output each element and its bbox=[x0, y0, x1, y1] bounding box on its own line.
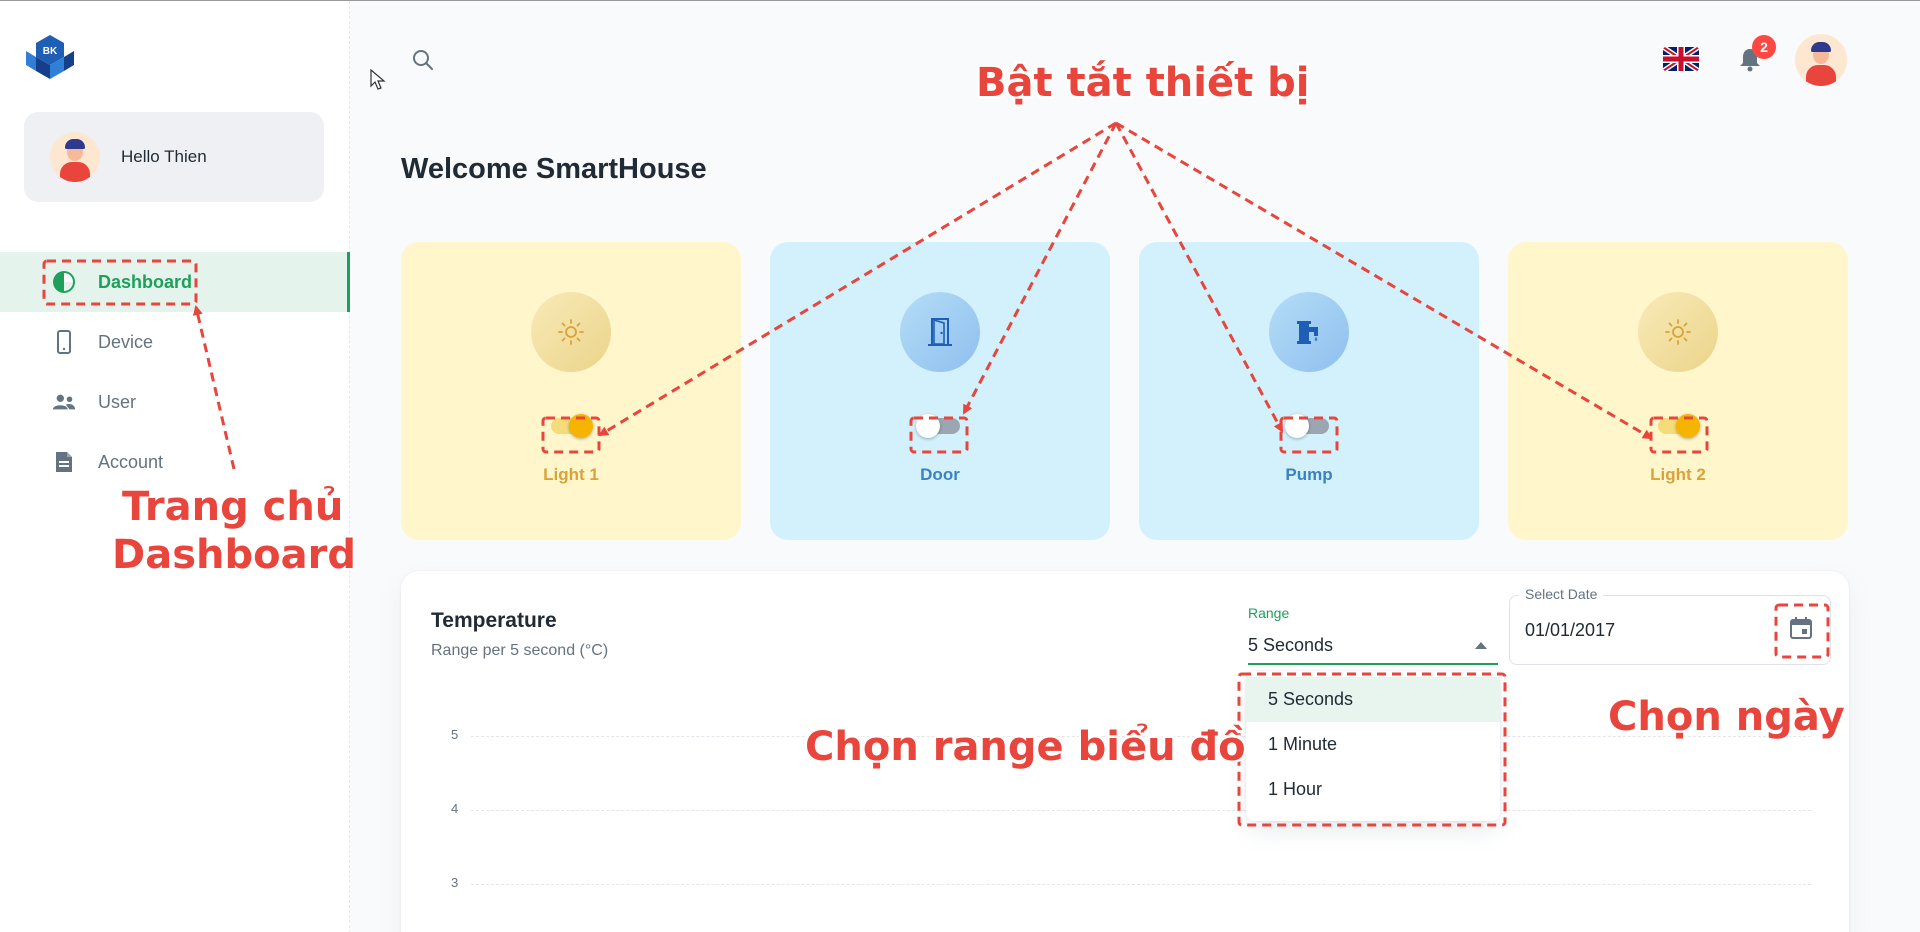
pump-toggle[interactable] bbox=[1285, 414, 1329, 438]
annotation-home-line1: Trang chủ bbox=[122, 484, 344, 530]
device-card-door: Door bbox=[770, 242, 1110, 540]
sun-icon bbox=[1638, 292, 1718, 372]
document-icon bbox=[52, 450, 76, 474]
user-card[interactable]: Hello Thien bbox=[24, 112, 324, 202]
sun-icon bbox=[531, 292, 611, 372]
range-underline bbox=[1248, 663, 1498, 665]
calendar-icon[interactable] bbox=[1788, 615, 1814, 646]
avatar bbox=[50, 132, 100, 182]
sidebar-item-label: Account bbox=[98, 451, 164, 472]
light-2-toggle[interactable] bbox=[1658, 414, 1700, 438]
pump-icon bbox=[1269, 292, 1349, 372]
search-icon[interactable] bbox=[412, 49, 434, 76]
chart-subtitle: Range per 5 second (°C) bbox=[431, 642, 609, 659]
sidebar-item-label: Dashboard bbox=[98, 271, 193, 292]
range-dropdown-menu: 5 Seconds 1 Minute 1 Hour bbox=[1246, 671, 1500, 821]
date-value[interactable]: 01/01/2017 bbox=[1525, 620, 1615, 641]
user-name: Hello Thien bbox=[121, 147, 207, 166]
range-value[interactable]: 5 Seconds bbox=[1248, 635, 1333, 656]
sidebar-item-label: Device bbox=[98, 331, 154, 352]
sidebar-item-dashboard[interactable]: Dashboard bbox=[0, 252, 350, 312]
grid-line bbox=[471, 810, 1811, 811]
door-toggle[interactable] bbox=[916, 414, 960, 438]
device-card-light-1: Light 1 bbox=[401, 242, 741, 540]
page-title: Welcome SmartHouse bbox=[401, 153, 707, 185]
device-card-pump: Pump bbox=[1139, 242, 1479, 540]
sidebar: BK Hello Thien Dashboard Device User Acc… bbox=[0, 1, 350, 932]
notification-badge: 2 bbox=[1752, 35, 1776, 59]
mouse-cursor-icon bbox=[370, 68, 386, 96]
device-label: Light 1 bbox=[543, 465, 599, 484]
sidebar-nav: Dashboard Device User Account bbox=[0, 252, 350, 492]
date-label: Select Date bbox=[1519, 586, 1604, 602]
annotation-toggle-devices: Bật tắt thiết bị bbox=[976, 60, 1310, 106]
range-option-1-minute[interactable]: 1 Minute bbox=[1246, 722, 1500, 767]
y-tick-label: 5 bbox=[451, 727, 459, 742]
range-option-1-hour[interactable]: 1 Hour bbox=[1246, 767, 1500, 812]
sidebar-item-user[interactable]: User bbox=[0, 372, 350, 432]
annotation-home-line2: Dashboard bbox=[112, 532, 356, 578]
range-label: Range bbox=[1248, 605, 1290, 621]
device-label: Door bbox=[920, 465, 960, 484]
device-card-light-2: Light 2 bbox=[1508, 242, 1848, 540]
chart-title: Temperature bbox=[431, 609, 557, 632]
grid-line bbox=[471, 884, 1811, 885]
device-label: Light 2 bbox=[1650, 465, 1706, 484]
annotation-pick-date: Chọn ngày bbox=[1608, 694, 1845, 740]
light-1-toggle[interactable] bbox=[551, 414, 593, 438]
annotation-chart-range: Chọn range biểu đồ bbox=[805, 724, 1246, 770]
users-icon bbox=[52, 390, 76, 414]
y-tick-label: 3 bbox=[451, 875, 459, 890]
range-option-5-seconds[interactable]: 5 Seconds bbox=[1246, 677, 1500, 722]
account-avatar[interactable] bbox=[1795, 34, 1847, 86]
svg-text:BK: BK bbox=[43, 46, 58, 57]
phone-icon bbox=[52, 330, 76, 354]
device-label: Pump bbox=[1285, 465, 1333, 484]
uk-flag-icon[interactable] bbox=[1663, 47, 1699, 71]
caret-up-icon[interactable] bbox=[1475, 642, 1487, 649]
bk-logo[interactable]: BK bbox=[24, 33, 76, 83]
pie-chart-icon bbox=[52, 270, 76, 294]
sidebar-item-device[interactable]: Device bbox=[0, 312, 350, 372]
sidebar-item-label: User bbox=[98, 391, 137, 412]
y-tick-label: 4 bbox=[451, 801, 459, 816]
door-icon bbox=[900, 292, 980, 372]
